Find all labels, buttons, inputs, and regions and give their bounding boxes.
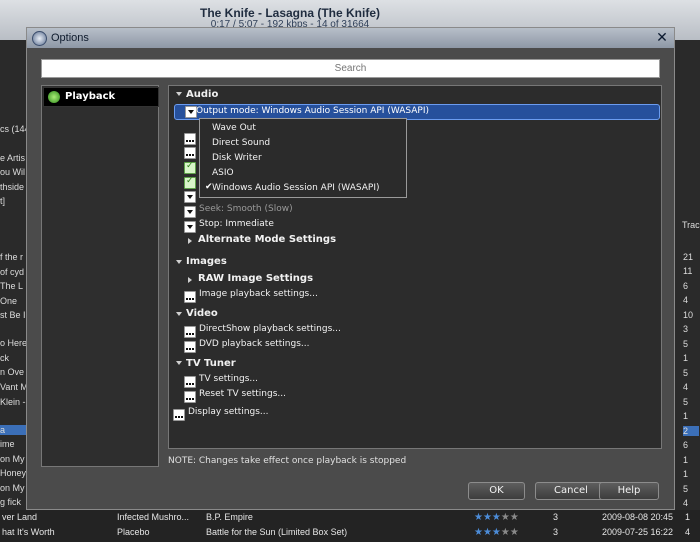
image-playback-settings[interactable]: Image playback settings... [199, 289, 318, 299]
now-playing-title: The Knife - Lasagna (The Knife) [199, 6, 380, 20]
cell-track: 3 [553, 512, 559, 522]
table-row[interactable]: hat It's Worth Placebo Battle for the Su… [0, 526, 700, 541]
seek-dropdown-icon[interactable] [184, 206, 196, 218]
settings-dots-icon[interactable] [184, 133, 196, 145]
track-number: 2 [683, 426, 699, 436]
tv-settings[interactable]: TV settings... [199, 374, 258, 384]
expand-video-icon[interactable] [176, 312, 182, 316]
rating-stars[interactable]: ★★★★★ [474, 512, 519, 523]
cell-title: ver Land [2, 512, 38, 522]
track-number: 1 [683, 455, 689, 465]
cell-album: Battle for the Sun (Limited Box Set) [206, 527, 348, 537]
expand-audio-icon[interactable] [176, 92, 182, 96]
section-tv-tuner[interactable]: TV Tuner [186, 358, 236, 369]
settings-dots-icon[interactable] [184, 376, 196, 388]
settings-panel: Audio Output mode: Windows Audio Session… [168, 85, 662, 449]
ok-button[interactable]: OK [468, 482, 525, 500]
checkbox-icon[interactable] [184, 176, 196, 189]
section-audio[interactable]: Audio [186, 89, 218, 100]
track-number: 3 [683, 324, 689, 334]
track-number: 1 [683, 411, 689, 421]
track-number: 5 [683, 368, 689, 378]
track-number: 11 [683, 266, 693, 276]
stop-dropdown-icon[interactable] [184, 221, 196, 233]
track-number: 21 [683, 252, 694, 262]
track-list-fragment: ver Land Infected Mushro... B.P. Empire … [0, 510, 700, 542]
cancel-button[interactable]: Cancel [535, 482, 607, 500]
checkbox-icon[interactable] [184, 161, 196, 174]
dropdown-option[interactable]: Direct Sound [212, 138, 270, 148]
settings-dots-icon[interactable] [184, 147, 196, 159]
expand-raw-icon[interactable] [188, 277, 192, 283]
track-number: 6 [683, 281, 689, 291]
settings-dots-icon[interactable] [184, 326, 196, 338]
directshow-settings[interactable]: DirectShow playback settings... [199, 324, 341, 334]
stop-mode-label[interactable]: Stop: Immediate [199, 219, 274, 229]
cell-date: 2009-07-25 16:22 [602, 527, 674, 537]
playback-icon [48, 91, 60, 103]
seek-mode-label[interactable]: Seek: Smooth (Slow) [199, 204, 293, 214]
track-number: 4 [683, 295, 689, 305]
track-number: 5 [683, 339, 689, 349]
cell-track: 3 [553, 527, 559, 537]
dropdown-option-selected[interactable]: Windows Audio Session API (WASAPI) [212, 183, 379, 193]
dropdown-icon[interactable] [184, 191, 196, 203]
section-images[interactable]: Images [186, 256, 227, 267]
track-number: 6 [683, 440, 689, 450]
dialog-title: Options [51, 32, 89, 44]
track-number: 5 [683, 484, 689, 494]
options-dialog: Options ✕ Playback Audio Output mode: Wi… [26, 27, 675, 510]
table-row[interactable]: ver Land Infected Mushro... B.P. Empire … [0, 511, 700, 526]
sidebar-item-playback[interactable]: Playback [43, 87, 159, 107]
track-number: 1 [683, 353, 689, 363]
expand-tv-tuner-icon[interactable] [176, 361, 182, 365]
sidebar-item-label: Playback [65, 91, 116, 102]
cell-album: B.P. Empire [206, 512, 253, 522]
cell-title: hat It's Worth [2, 527, 55, 537]
cell-num: 1 [685, 512, 691, 522]
settings-dots-icon[interactable] [184, 291, 196, 303]
output-mode-label: Output mode: Windows Audio Session API (… [196, 106, 430, 116]
dialog-titlebar[interactable]: Options ✕ [27, 28, 674, 48]
cell-date: 2009-08-08 20:45 [602, 512, 674, 522]
section-video[interactable]: Video [186, 308, 218, 319]
column-header-track[interactable]: Trac [682, 220, 700, 230]
settings-dots-icon[interactable] [173, 409, 185, 421]
restart-note: NOTE: Changes take effect once playback … [168, 456, 407, 466]
rating-stars[interactable]: ★★★★★ [474, 527, 519, 538]
settings-dots-icon[interactable] [184, 341, 196, 353]
expand-alternate-mode-icon[interactable] [188, 238, 192, 244]
settings-dots-icon[interactable] [184, 391, 196, 403]
dvd-settings[interactable]: DVD playback settings... [199, 339, 310, 349]
cell-artist: Infected Mushro... [117, 512, 190, 522]
expand-images-icon[interactable] [176, 260, 182, 264]
cell-num: 4 [685, 527, 691, 537]
track-number: 5 [683, 397, 689, 407]
help-button[interactable]: Help [599, 482, 659, 500]
cell-artist: Placebo [117, 527, 150, 537]
display-settings[interactable]: Display settings... [188, 407, 269, 417]
reset-tv-settings[interactable]: Reset TV settings... [199, 389, 286, 399]
dropdown-option[interactable]: Wave Out [212, 123, 256, 133]
track-number: 10 [683, 310, 694, 320]
options-sidebar: Playback [41, 85, 159, 467]
track-number: 4 [683, 498, 689, 508]
raw-image-settings[interactable]: RAW Image Settings [198, 273, 313, 284]
search-input[interactable] [41, 59, 660, 78]
dropdown-option[interactable]: ASIO [212, 168, 234, 178]
alternate-mode-settings[interactable]: Alternate Mode Settings [198, 234, 336, 245]
app-logo-icon [32, 31, 47, 46]
output-mode-dropdown-menu: Wave Out Direct Sound Disk Writer ASIO ✔… [199, 118, 407, 198]
track-number: 1 [683, 469, 689, 479]
track-number: 4 [683, 382, 689, 392]
dropdown-option[interactable]: Disk Writer [212, 153, 262, 163]
close-button[interactable]: ✕ [654, 30, 670, 46]
